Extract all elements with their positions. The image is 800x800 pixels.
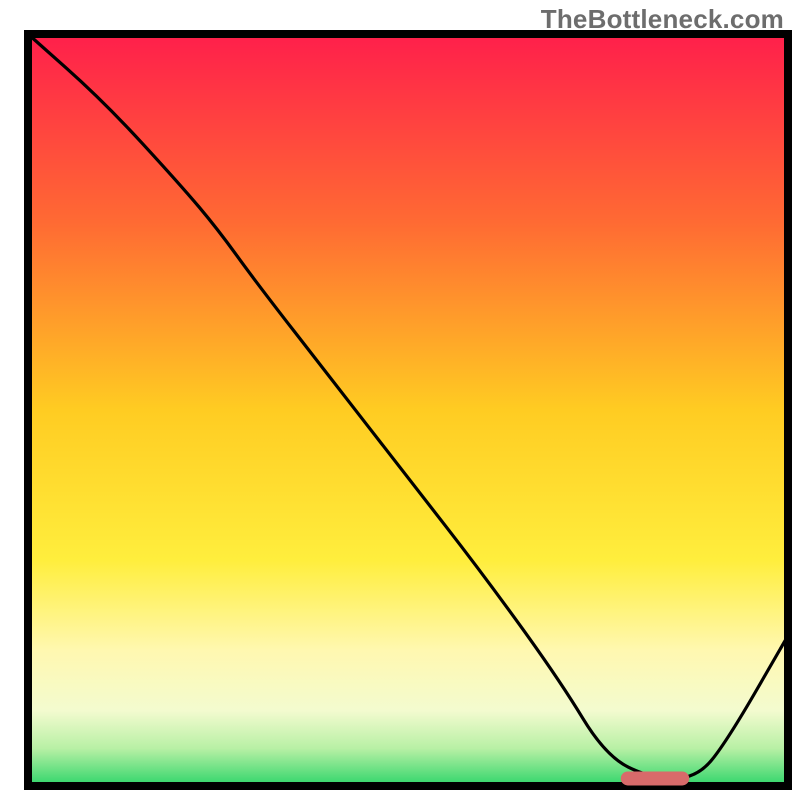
watermark-text: TheBottleneck.com <box>541 4 784 35</box>
chart-container: { "watermark": "TheBottleneck.com", "cha… <box>0 0 800 800</box>
bottleneck-chart <box>0 0 800 800</box>
plot-background <box>28 34 788 786</box>
optimal-range-marker <box>621 771 689 785</box>
